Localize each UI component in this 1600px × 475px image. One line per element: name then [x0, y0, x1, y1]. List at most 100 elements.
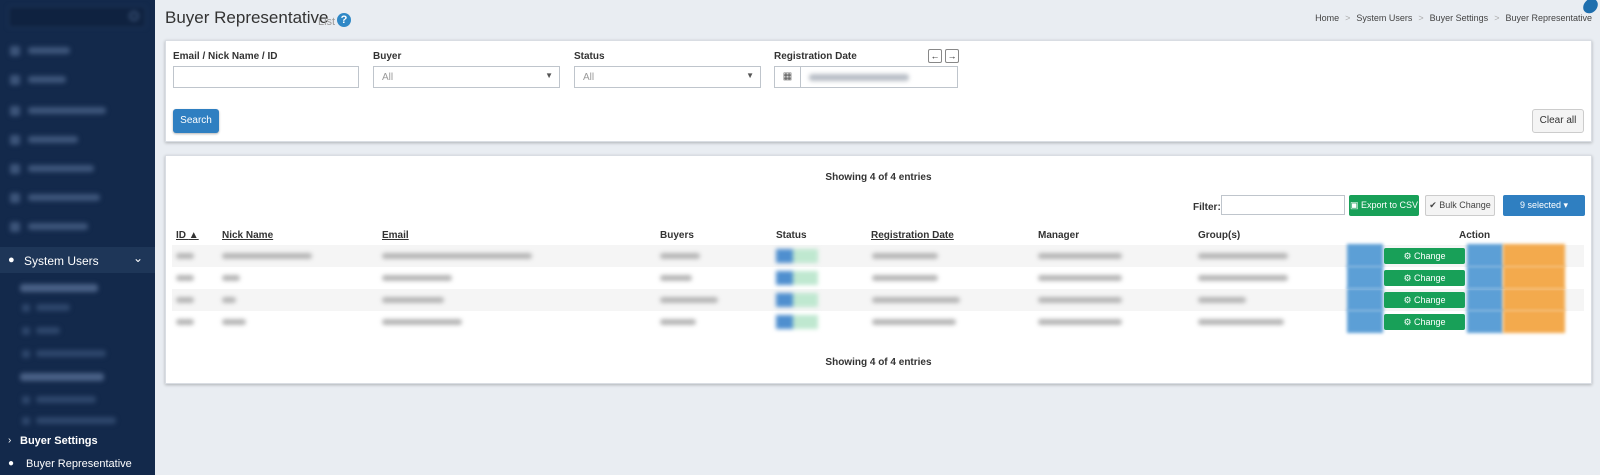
bulk-change-button[interactable]: ✔ Bulk Change: [1425, 195, 1495, 216]
export-csv-button[interactable]: ▣ Export to CSV: [1349, 195, 1419, 216]
row-action-button[interactable]: [1467, 266, 1503, 289]
sidebar-group-heading: [0, 366, 155, 388]
row-action-button[interactable]: [1467, 244, 1503, 267]
registration-date-label: Registration Date: [774, 51, 857, 62]
sidebar-item-system-users[interactable]: ● System Users ⌄: [0, 247, 155, 273]
breadcrumb-home[interactable]: Home: [1315, 13, 1339, 23]
filter-label: Filter:: [1193, 202, 1221, 213]
arrow-left-icon: ←: [930, 51, 940, 61]
chevron-right-icon: ›: [8, 435, 12, 446]
row-action-button[interactable]: [1467, 310, 1503, 333]
sidebar-item[interactable]: [0, 100, 155, 122]
filters-panel: Email / Nick Name / ID Buyer All ▼ Statu…: [165, 40, 1592, 142]
row-action-button[interactable]: [1503, 244, 1565, 267]
calendar-icon[interactable]: ▦: [774, 66, 801, 88]
sidebar-item-buyer-settings[interactable]: › Buyer Settings: [0, 432, 155, 452]
sidebar: ● System Users ⌄ › Buyer Settings ● Buye…: [0, 0, 155, 475]
file-excel-icon: ▣: [1349, 200, 1359, 210]
sidebar-item[interactable]: [0, 69, 155, 91]
edit-button[interactable]: [1347, 266, 1383, 289]
breadcrumb-separator: >: [1418, 13, 1424, 23]
column-header-id[interactable]: ID ▲: [176, 230, 199, 241]
chevron-down-icon: ⌄: [132, 251, 143, 265]
filter-input[interactable]: [1221, 195, 1345, 215]
registration-date-field[interactable]: [800, 66, 958, 88]
sidebar-item-buyer-representative[interactable]: ● Buyer Representative: [0, 455, 155, 475]
status-select-value: All: [583, 72, 595, 83]
sidebar-item-label: Buyer Settings: [20, 435, 98, 447]
change-password-button[interactable]: ⚙ Change Password: [1384, 270, 1465, 299]
column-header-label: ID: [176, 230, 186, 241]
clear-all-button[interactable]: Clear all: [1532, 109, 1584, 133]
status-badge: [776, 315, 818, 329]
sidebar-search[interactable]: [8, 6, 146, 28]
row-action-button[interactable]: [1503, 266, 1565, 289]
breadcrumb-separator: >: [1345, 13, 1351, 23]
key-icon: ⚙: [1403, 317, 1412, 327]
results-panel: Showing 4 of 4 entries Filter: ▣ Export …: [165, 155, 1592, 384]
change-password-button[interactable]: ⚙ Change Password: [1384, 314, 1465, 343]
table-row: ⚙ Change Password: [172, 244, 1584, 277]
sidebar-item-label: System Users: [24, 254, 99, 268]
change-password-button[interactable]: ⚙ Change Password: [1384, 292, 1465, 321]
user-icon: ●: [8, 254, 15, 266]
sidebar-subitem[interactable]: [0, 410, 155, 432]
column-header-nick-name[interactable]: Nick Name: [222, 230, 273, 241]
column-header-registration-date[interactable]: Registration Date: [871, 230, 954, 241]
key-icon: ⚙: [1403, 295, 1412, 305]
sidebar-item[interactable]: [0, 129, 155, 151]
page-subtitle: List: [318, 16, 336, 28]
breadcrumb: Home > System Users > Buyer Settings > B…: [1315, 13, 1592, 23]
column-select-label: 9 selected: [1519, 200, 1561, 210]
table-row: ⚙ Change Password: [172, 310, 1584, 343]
status-badge: [776, 249, 818, 263]
breadcrumb-buyer-settings[interactable]: Buyer Settings: [1430, 13, 1489, 23]
edit-button[interactable]: [1347, 310, 1383, 333]
check-icon: ✔: [1429, 200, 1437, 210]
search-icon: [129, 11, 139, 21]
date-prev-button[interactable]: ←: [928, 49, 942, 63]
table-row: ⚙ Change Password: [172, 266, 1584, 299]
column-select-button[interactable]: 9 selected ▾: [1503, 195, 1585, 216]
sidebar-item[interactable]: [0, 216, 155, 238]
sidebar-subitem[interactable]: [0, 343, 155, 365]
caret-down-icon: ▼: [545, 71, 553, 80]
sidebar-item[interactable]: [0, 40, 155, 62]
row-action-button[interactable]: [1503, 288, 1565, 311]
edit-button[interactable]: [1347, 288, 1383, 311]
column-header-action: Action: [1459, 230, 1491, 241]
date-next-button[interactable]: →: [945, 49, 959, 63]
key-icon: ⚙: [1403, 251, 1412, 261]
table-row: ⚙ Change Password: [172, 288, 1584, 321]
key-icon: ⚙: [1403, 273, 1412, 283]
user-icon: ●: [8, 458, 15, 469]
buyer-select[interactable]: All ▼: [373, 66, 560, 88]
column-header-manager: Manager: [1038, 230, 1080, 241]
edit-button[interactable]: [1347, 244, 1383, 267]
search-button[interactable]: Search: [173, 109, 219, 133]
row-action-button[interactable]: [1503, 310, 1565, 333]
caret-down-icon: ▾: [1563, 200, 1569, 210]
email-label: Email / Nick Name / ID: [173, 51, 278, 62]
change-password-button[interactable]: ⚙ Change Password: [1384, 248, 1465, 277]
buyer-label: Buyer: [373, 51, 402, 62]
column-header-status: Status: [776, 230, 807, 241]
arrow-right-icon: →: [947, 51, 957, 61]
buyer-select-value: All: [382, 72, 394, 83]
status-select[interactable]: All ▼: [574, 66, 761, 88]
row-action-button[interactable]: [1467, 288, 1503, 311]
breadcrumb-system-users[interactable]: System Users: [1356, 13, 1412, 23]
email-field[interactable]: [173, 66, 359, 88]
sidebar-subitem[interactable]: [0, 320, 155, 342]
sidebar-item[interactable]: [0, 158, 155, 180]
entries-count-top: Showing 4 of 4 entries: [825, 172, 932, 183]
sidebar-item[interactable]: [0, 187, 155, 209]
breadcrumb-separator: >: [1494, 13, 1500, 23]
column-header-email[interactable]: Email: [382, 230, 409, 241]
help-icon[interactable]: ?: [337, 13, 351, 27]
sidebar-subitem[interactable]: [0, 297, 155, 319]
column-header-groups: Group(s): [1198, 230, 1241, 241]
sidebar-subitem[interactable]: [0, 389, 155, 411]
export-csv-label: Export to CSV: [1361, 200, 1419, 210]
breadcrumb-current: Buyer Representative: [1505, 13, 1592, 23]
